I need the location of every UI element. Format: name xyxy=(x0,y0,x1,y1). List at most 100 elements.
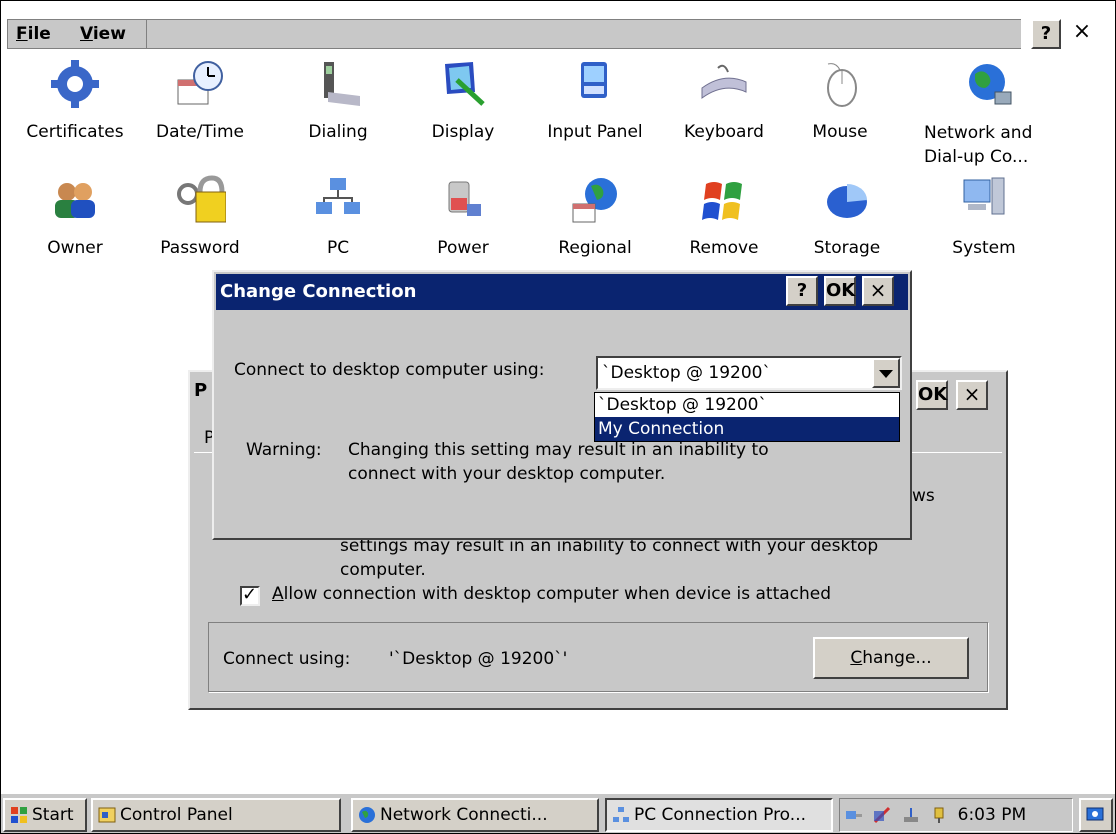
taskbar: Start Control Panel Network Connecti... … xyxy=(1,793,1115,833)
icon-label: Storage xyxy=(813,238,881,258)
monitor-icon xyxy=(445,62,485,106)
taskbar-pc-connection[interactable]: PC Connection Pro... xyxy=(605,798,833,832)
menu-file[interactable]: File xyxy=(16,20,51,48)
dialog-help-button[interactable]: ? xyxy=(786,276,818,306)
clock[interactable]: 6:03 PM xyxy=(958,805,1027,825)
globe-calendar-icon xyxy=(572,178,617,223)
dropdown-option[interactable]: `Desktop @ 19200` xyxy=(595,393,899,417)
network-icon[interactable] xyxy=(901,805,921,825)
icon-label: Mouse xyxy=(812,122,868,142)
connect-label: Connect to desktop computer using: xyxy=(234,360,545,380)
start-label: Start xyxy=(32,805,74,825)
desktop-icon xyxy=(1086,807,1104,821)
icon-label: Dialing xyxy=(308,122,368,142)
mouse-icon xyxy=(827,63,857,107)
connection-dropdown-list: `Desktop @ 19200` My Connection xyxy=(594,392,900,442)
menu-fill xyxy=(147,19,1021,49)
chevron-down-icon xyxy=(879,370,893,378)
menu-view[interactable]: View xyxy=(80,20,126,48)
icon-label: Display xyxy=(431,122,495,142)
dropdown-option-selected[interactable]: My Connection xyxy=(595,417,899,441)
icon-regional[interactable]: Regional xyxy=(535,174,655,259)
icon-password[interactable]: Password xyxy=(140,174,260,259)
icon-keyboard[interactable]: Keyboard xyxy=(664,58,784,143)
change-button-label: Change... xyxy=(850,648,932,668)
pie-chart-icon xyxy=(827,184,867,218)
icon-label: Owner xyxy=(47,238,103,258)
dialog-ok-button[interactable]: OK xyxy=(824,276,856,306)
pen-icon[interactable] xyxy=(872,805,892,825)
icon-certificates[interactable]: Certificates xyxy=(15,58,135,143)
connect-using-label: Connect using: xyxy=(223,649,351,669)
globe-network-icon xyxy=(969,64,1012,105)
power-plug-icon[interactable] xyxy=(929,805,949,825)
menu-group: File View xyxy=(7,19,147,49)
gear-icon xyxy=(51,60,99,108)
control-panel-menubar: File View ? × xyxy=(1,1,1115,59)
pc-window-title-fragment: P xyxy=(194,380,208,401)
warning-line1: Changing this setting may result in an i… xyxy=(348,440,769,460)
icon-label: Password xyxy=(160,238,240,258)
icon-pc[interactable]: PC xyxy=(278,174,398,259)
connection-combo[interactable]: `Desktop @ 19200` xyxy=(596,356,902,390)
dialog-close-button[interactable]: × xyxy=(862,276,894,306)
control-panel-icon xyxy=(98,807,116,823)
pc-window-close-button[interactable]: × xyxy=(956,380,988,410)
icon-mouse[interactable]: Mouse xyxy=(780,58,900,143)
allow-connection-checkbox[interactable]: ✓ xyxy=(240,584,260,606)
icon-label: Input Panel xyxy=(547,122,643,142)
close-button[interactable]: × xyxy=(1067,19,1097,49)
icon-power[interactable]: Power xyxy=(403,174,523,259)
icon-input-panel[interactable]: Input Panel xyxy=(535,58,655,143)
padlock-icon xyxy=(177,175,227,223)
icon-label: System xyxy=(952,238,1016,258)
icon-label: Date/Time xyxy=(156,122,244,142)
taskbar-item-label: Network Connecti... xyxy=(380,805,548,825)
start-button[interactable]: Start xyxy=(3,798,87,832)
taskbar-network-connections[interactable]: Network Connecti... xyxy=(351,798,599,832)
combo-arrow-button[interactable] xyxy=(872,358,900,388)
icon-remove[interactable]: Remove xyxy=(664,174,784,259)
pc-network-icon xyxy=(613,807,629,822)
change-button[interactable]: Change... xyxy=(813,637,969,679)
icon-display[interactable]: Display xyxy=(403,58,523,143)
help-button[interactable]: ? xyxy=(1031,19,1061,49)
icon-dialing[interactable]: Dialing xyxy=(278,58,398,143)
pc-window-ok-button[interactable]: OK xyxy=(916,380,948,410)
warning-label: Warning: xyxy=(246,440,322,460)
icon-label: Power xyxy=(437,238,489,258)
allow-connection-label[interactable]: Allow connection with desktop computer w… xyxy=(272,584,831,604)
icon-system[interactable]: System xyxy=(924,174,1044,259)
computer-icon xyxy=(963,177,1005,215)
globe-icon xyxy=(359,807,375,823)
keyboard-panel-icon xyxy=(581,62,607,98)
pc-info-line2: computer. xyxy=(340,560,426,580)
pc-text-fragment: ws xyxy=(912,486,935,506)
desktop-toggle-button[interactable] xyxy=(1079,798,1113,832)
icon-label: Certificates xyxy=(26,122,124,142)
network-label-line2: Dial-up Co... xyxy=(924,147,1029,167)
warning-line2: connect with your desktop computer. xyxy=(348,464,666,484)
icon-label: PC xyxy=(326,238,350,258)
windows-flag-icon xyxy=(11,807,27,823)
connect-using-group: Connect using: '`Desktop @ 19200`' Chang… xyxy=(208,622,988,692)
icon-network-dialup[interactable]: Network and Dial-up Co... xyxy=(924,58,1054,169)
icon-label-network: Network and Dial-up Co... xyxy=(924,121,1054,169)
icon-owner[interactable]: Owner xyxy=(15,174,135,259)
taskbar-control-panel[interactable]: Control Panel xyxy=(91,798,341,832)
icon-storage[interactable]: Storage xyxy=(787,174,907,259)
windows-flag-icon xyxy=(702,182,742,220)
calendar-clock-icon xyxy=(177,61,223,105)
connect-using-value: '`Desktop @ 19200`' xyxy=(389,649,568,669)
battery-plug-icon xyxy=(448,181,481,216)
connection-icon[interactable] xyxy=(844,805,864,825)
icon-label: Remove xyxy=(689,238,759,258)
network-label-line1: Network and xyxy=(924,123,1033,143)
checkmark-icon: ✓ xyxy=(242,584,258,605)
pc-network-icon xyxy=(316,178,360,214)
combo-selected-value: `Desktop @ 19200` xyxy=(602,363,771,383)
users-icon xyxy=(55,183,95,218)
dialog-title: Change Connection xyxy=(220,281,417,302)
taskbar-item-label: Control Panel xyxy=(120,805,233,825)
icon-date-time[interactable]: Date/Time xyxy=(140,58,260,143)
